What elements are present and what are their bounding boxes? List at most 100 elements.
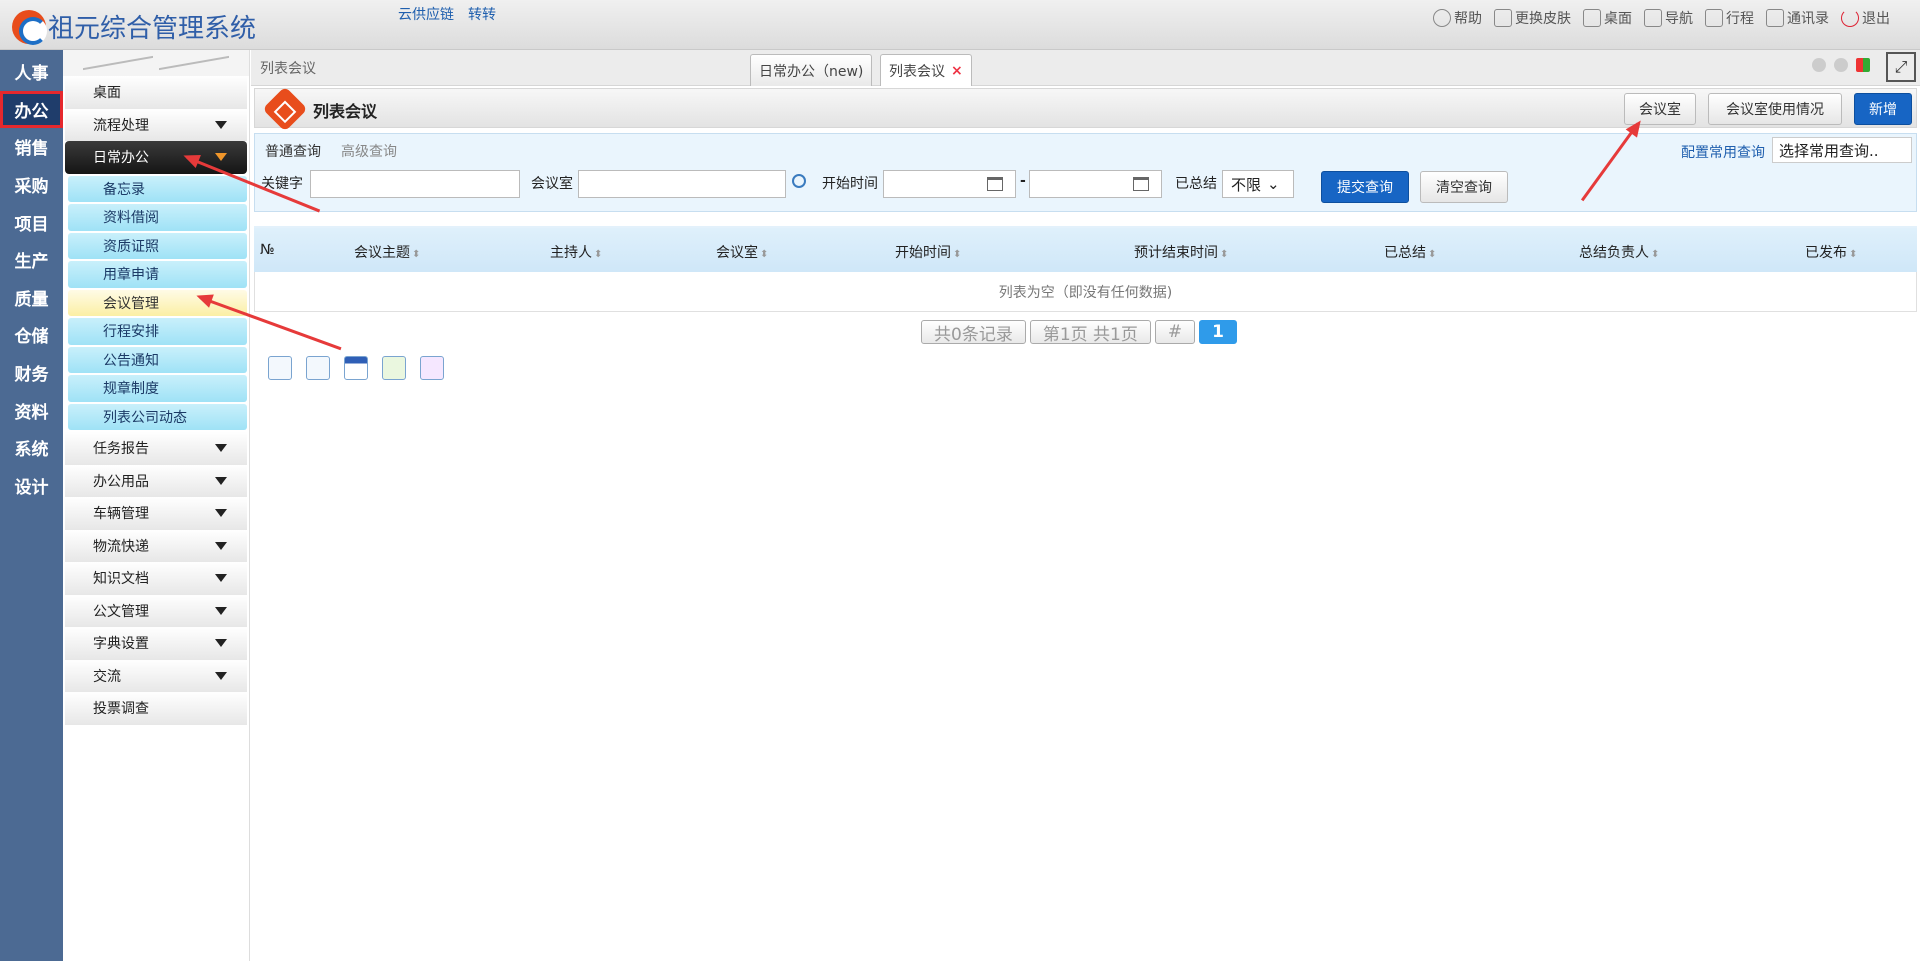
module-documents[interactable]: 资料 (0, 391, 63, 429)
col-end-time[interactable]: 预计结束时间 ⬍ (1134, 242, 1228, 262)
close-icon[interactable]: × (951, 63, 963, 79)
nav-link[interactable]: 导航 (1644, 8, 1693, 28)
tab-daily-office[interactable]: 日常办公（new) (750, 54, 873, 86)
submenu-group-vehicles[interactable]: 车辆管理 (65, 497, 247, 530)
col-number: № (260, 242, 275, 258)
submenu: 桌面 流程处理 日常办公 备忘录 资料借阅 资质证照 用章申请 会议管理 行程安… (63, 50, 250, 961)
calendar-icon[interactable] (1133, 177, 1149, 191)
module-design[interactable]: 设计 (0, 467, 63, 505)
edit-icon[interactable] (382, 356, 406, 380)
pager-current-page[interactable]: 1 (1199, 320, 1237, 344)
schedule-link[interactable]: 行程 (1705, 8, 1754, 28)
schedule-label: 行程 (1726, 11, 1754, 27)
keyword-input[interactable] (310, 170, 520, 198)
submenu-child-news[interactable]: 列表公司动态 (68, 403, 247, 430)
submenu-group-official-docs[interactable]: 公文管理 (65, 594, 247, 627)
caret-down-icon (215, 639, 227, 648)
module-purchase[interactable]: 采购 (0, 166, 63, 204)
submit-query-button[interactable]: 提交查询 (1321, 171, 1409, 203)
pager-jump[interactable]: # (1154, 320, 1196, 344)
sort-icon: ⬍ (594, 249, 603, 260)
module-hr[interactable]: 人事 (0, 53, 63, 91)
blank-page-icon[interactable] (306, 356, 330, 380)
sort-icon: ⬍ (412, 249, 421, 260)
sort-icon: ⬍ (760, 249, 769, 260)
start-time-from-input[interactable] (883, 170, 1016, 198)
submenu-group-task-report[interactable]: 任务报告 (65, 432, 247, 465)
room-usage-button[interactable]: 会议室使用情况 (1708, 93, 1842, 125)
submenu-child-borrow[interactable]: 资料借阅 (68, 204, 247, 231)
col-room[interactable]: 会议室 ⬍ (716, 242, 768, 262)
submenu-child-certificates[interactable]: 资质证照 (68, 232, 247, 259)
common-query-value: 选择常用查询.. (1779, 142, 1879, 160)
caret-down-icon (215, 606, 227, 615)
col-subject[interactable]: 会议主题 ⬍ (354, 242, 420, 262)
submenu-group-exchange[interactable]: 交流 (65, 659, 247, 692)
module-office[interactable]: 办公 (0, 90, 63, 129)
submenu-group-knowledge[interactable]: 知识文档 (65, 562, 247, 595)
summarized-label: 已总结 (1175, 176, 1217, 192)
col-published[interactable]: 已发布 ⬍ (1805, 242, 1857, 262)
link-cloud-supply[interactable]: 云供应链 (398, 4, 454, 24)
puzzle-icon[interactable] (420, 356, 444, 380)
caret-down-icon (215, 541, 227, 550)
tab-meeting-list[interactable]: 列表会议 × (880, 54, 972, 86)
col-summary-owner[interactable]: 总结负责人 ⬍ (1579, 242, 1659, 262)
submenu-child-memo[interactable]: 备忘录 (68, 175, 247, 202)
home-icon (1583, 9, 1601, 27)
app-logo[interactable]: 祖元综合管理系统 (12, 8, 256, 45)
submenu-group-dictionary[interactable]: 字典设置 (65, 627, 247, 660)
caret-down-icon (215, 671, 227, 680)
submenu-item-vote[interactable]: 投票调查 (65, 692, 247, 725)
start-time-to-input[interactable] (1029, 170, 1162, 198)
submenu-child-rules[interactable]: 规章制度 (68, 375, 247, 402)
submenu-item-desktop[interactable]: 桌面 (65, 76, 247, 109)
table-icon[interactable] (344, 356, 368, 380)
grid-icon (1644, 9, 1662, 27)
start-time-label: 开始时间 (822, 176, 878, 192)
common-query-select[interactable]: 选择常用查询.. (1772, 137, 1912, 163)
tab-normal-query[interactable]: 普通查询 (265, 141, 321, 161)
desktop-link[interactable]: 桌面 (1583, 8, 1632, 28)
logout-link[interactable]: 退出 (1841, 8, 1890, 28)
module-production[interactable]: 生产 (0, 241, 63, 279)
meeting-list-icon (262, 86, 308, 132)
summarized-select[interactable]: 不限 ⌄ (1222, 170, 1294, 198)
calendar-icon[interactable] (987, 177, 1003, 191)
select-columns-icon[interactable] (268, 356, 292, 380)
link-zhuanzhuan[interactable]: 转转 (468, 4, 496, 24)
submenu-child-seal[interactable]: 用章申请 (68, 261, 247, 288)
clear-query-button[interactable]: 清空查询 (1420, 171, 1508, 203)
col-start-time[interactable]: 开始时间 ⬍ (895, 242, 961, 262)
module-warehouse[interactable]: 仓储 (0, 316, 63, 354)
config-common-query-link[interactable]: 配置常用查询 (1681, 142, 1765, 162)
submenu-child-schedule[interactable]: 行程安排 (68, 318, 247, 345)
module-quality[interactable]: 质量 (0, 279, 63, 317)
submenu-group-supplies[interactable]: 办公用品 (65, 464, 247, 497)
tab-next-icon[interactable] (1834, 58, 1848, 72)
tab-advanced-query[interactable]: 高级查询 (341, 141, 397, 161)
col-host[interactable]: 主持人 ⬍ (550, 242, 602, 262)
help-link[interactable]: 帮助 (1433, 8, 1482, 28)
submenu-child-notice[interactable]: 公告通知 (68, 346, 247, 373)
tab-prev-icon[interactable] (1812, 58, 1826, 72)
tab-menu-icon[interactable] (1856, 58, 1870, 72)
collapse-toggle[interactable] (63, 50, 249, 76)
submenu-label: 办公用品 (93, 473, 149, 490)
room-input[interactable] (578, 170, 786, 198)
search-icon[interactable] (792, 174, 806, 188)
module-finance[interactable]: 财务 (0, 354, 63, 392)
module-project[interactable]: 项目 (0, 203, 63, 241)
fullscreen-icon[interactable]: ⤢ (1886, 52, 1916, 82)
col-summarized[interactable]: 已总结 ⬍ (1384, 242, 1436, 262)
module-sales[interactable]: 销售 (0, 128, 63, 166)
top-right-menu: 帮助 更换皮肤 桌面 导航 行程 通讯录 退出 (1433, 8, 1890, 28)
module-system[interactable]: 系统 (0, 429, 63, 467)
caret-down-icon (215, 120, 227, 129)
contacts-link[interactable]: 通讯录 (1766, 8, 1829, 28)
add-button[interactable]: 新增 (1854, 93, 1912, 125)
submenu-group-logistics[interactable]: 物流快递 (65, 529, 247, 562)
col-label: 已总结 (1384, 245, 1426, 261)
submenu-item-workflow[interactable]: 流程处理 (65, 108, 247, 141)
skin-link[interactable]: 更换皮肤 (1494, 8, 1571, 28)
